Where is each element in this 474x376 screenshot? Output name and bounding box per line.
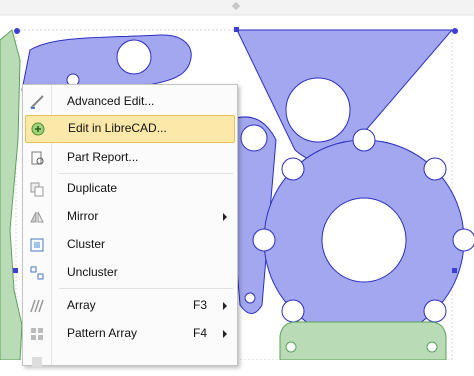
- menu-item-label: Duplicate: [67, 181, 118, 195]
- shortcut-label: F4: [193, 326, 208, 340]
- arm-hole-small: [244, 292, 256, 304]
- submenu-arrow-icon: [223, 302, 227, 310]
- menu-item-mirror[interactable]: Mirror: [23, 203, 237, 231]
- menu-item-label: Array: [67, 298, 96, 312]
- menu-item-label: Advanced Edit...: [67, 94, 155, 108]
- array-icon: [30, 299, 44, 313]
- menu-item-label: Edit in LibreCAD...: [68, 121, 167, 135]
- menu-item-edit-in-librecad[interactable]: Edit in LibreCAD...: [25, 115, 235, 143]
- green-part-left[interactable]: [0, 29, 23, 360]
- cluster-icon: [30, 238, 44, 252]
- duplicate-icon: [30, 182, 44, 197]
- menu-item-label: Uncluster: [67, 265, 118, 279]
- green-part-hole: [426, 341, 438, 353]
- report-icon: [31, 151, 44, 165]
- pattern-array-icon: [31, 328, 43, 340]
- menu-separator: [59, 173, 233, 174]
- shortcut-label: F3: [193, 298, 208, 312]
- librecad-icon: [31, 122, 45, 136]
- menu-item-uncluster[interactable]: Uncluster: [23, 259, 237, 287]
- menu-item-duplicate[interactable]: Duplicate: [23, 175, 237, 203]
- pencil-ruler-icon: [30, 95, 44, 109]
- menu-item-label: Pattern Array: [67, 326, 138, 340]
- menu-item-advanced-edit[interactable]: Advanced Edit...: [23, 88, 237, 116]
- selection-handle-round[interactable]: [452, 28, 458, 34]
- submenu-arrow-icon: [223, 213, 227, 221]
- arm-hole: [240, 124, 268, 152]
- menu-item-label: Mirror: [67, 209, 99, 223]
- selection-handle[interactable]: [13, 268, 18, 273]
- menu-item-array[interactable]: Array F3: [23, 292, 237, 320]
- partial-menu-icon: [32, 357, 42, 367]
- uncluster-icon: [30, 266, 44, 280]
- funnel-hole: [285, 77, 351, 143]
- submenu-arrow-icon: [223, 330, 227, 338]
- menu-item-label: Part Report...: [67, 150, 139, 164]
- menu-item-part-report[interactable]: Part Report...: [23, 144, 237, 172]
- menu-item-label: Cluster: [67, 237, 106, 251]
- menu-item-cluster[interactable]: Cluster: [23, 231, 237, 259]
- mirror-icon: [30, 211, 44, 223]
- menu-item-partial[interactable]: [23, 348, 237, 376]
- menu-item-pattern-array[interactable]: Pattern Array F4: [23, 320, 237, 348]
- selection-handle[interactable]: [234, 27, 239, 32]
- green-part-bottom[interactable]: [279, 321, 447, 360]
- context-menu: Advanced Edit... Edit in LibreCAD... Par…: [22, 84, 238, 367]
- selection-handle[interactable]: [452, 268, 457, 273]
- part-hole: [116, 39, 152, 75]
- blue-part-gear[interactable]: [252, 128, 474, 352]
- selection-handle-round[interactable]: [14, 28, 20, 34]
- menu-separator: [59, 288, 233, 289]
- green-part-hole: [285, 341, 297, 353]
